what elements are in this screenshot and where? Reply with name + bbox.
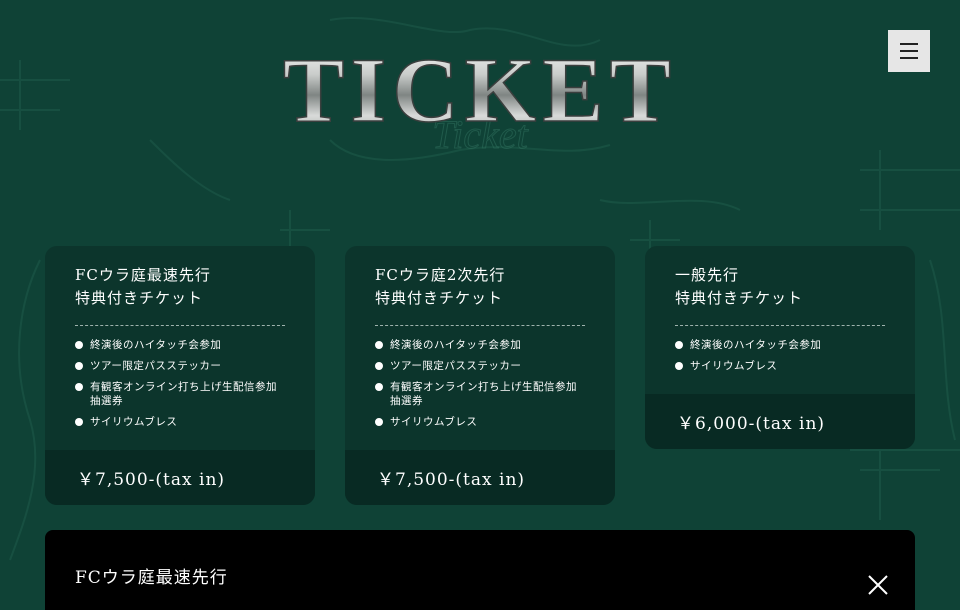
benefit-list: 終演後のハイタッチ会参加 サイリウムブレス	[645, 338, 915, 394]
page-title: TICKET	[283, 39, 677, 141]
benefit-item: ツアー限定パスステッカー	[375, 359, 585, 373]
ticket-price: ￥7,500-(tax in)	[45, 450, 315, 505]
benefit-list: 終演後のハイタッチ会参加 ツアー限定パスステッカー 有観客オンライン打ち上げ生配…	[45, 338, 315, 450]
card-divider	[75, 325, 285, 326]
page-title-graphic: Ticket TICKET	[282, 38, 677, 157]
ticket-card-title-line1: 一般先行	[675, 266, 740, 284]
menu-button[interactable]	[888, 30, 930, 72]
ticket-card-title-line2: 特典付きチケット	[75, 289, 204, 307]
ticket-card-title-line1: FCウラ庭2次先行	[375, 266, 506, 284]
hamburger-menu-icon-bar	[900, 50, 918, 52]
ticket-card-title-line2: 特典付きチケット	[375, 289, 504, 307]
benefit-item: 有観客オンライン打ち上げ生配信参加抽選券	[75, 380, 285, 408]
hamburger-menu-icon-bar	[900, 57, 918, 59]
detail-title: FCウラ庭最速先行	[75, 568, 228, 588]
benefit-item: サイリウムブレス	[675, 359, 885, 373]
benefit-item: 終演後のハイタッチ会参加	[675, 338, 885, 352]
ticket-card-fc-fastest[interactable]: FCウラ庭最速先行 特典付きチケット 終演後のハイタッチ会参加 ツアー限定パスス…	[45, 246, 315, 505]
card-divider	[675, 325, 885, 326]
page-title-area: Ticket TICKET	[0, 18, 960, 168]
benefit-item: 有観客オンライン打ち上げ生配信参加抽選券	[375, 380, 585, 408]
card-divider	[375, 325, 585, 326]
ticket-card-title: FCウラ庭最速先行 特典付きチケット	[75, 264, 285, 310]
ticket-card-title: FCウラ庭2次先行 特典付きチケット	[375, 264, 585, 310]
benefit-item: ツアー限定パスステッカー	[75, 359, 285, 373]
benefit-item: 終演後のハイタッチ会参加	[75, 338, 285, 352]
ticket-card-title: 一般先行 特典付きチケット	[675, 264, 885, 310]
ticket-price: ￥6,000-(tax in)	[645, 394, 915, 449]
ticket-detail-panel: FCウラ庭最速先行	[45, 530, 915, 610]
close-button[interactable]	[865, 572, 891, 598]
ticket-card-title-line1: FCウラ庭最速先行	[75, 266, 211, 284]
ticket-card-fc-second[interactable]: FCウラ庭2次先行 特典付きチケット 終演後のハイタッチ会参加 ツアー限定パスス…	[345, 246, 615, 505]
ticket-price: ￥7,500-(tax in)	[345, 450, 615, 505]
benefit-list: 終演後のハイタッチ会参加 ツアー限定パスステッカー 有観客オンライン打ち上げ生配…	[345, 338, 615, 450]
ticket-card-general[interactable]: 一般先行 特典付きチケット 終演後のハイタッチ会参加 サイリウムブレス ￥6,0…	[645, 246, 915, 449]
benefit-item: 終演後のハイタッチ会参加	[375, 338, 585, 352]
hamburger-menu-icon	[900, 43, 918, 45]
benefit-item: サイリウムブレス	[75, 415, 285, 429]
benefit-item: サイリウムブレス	[375, 415, 585, 429]
ticket-card-title-line2: 特典付きチケット	[675, 289, 804, 307]
close-icon	[868, 575, 888, 595]
